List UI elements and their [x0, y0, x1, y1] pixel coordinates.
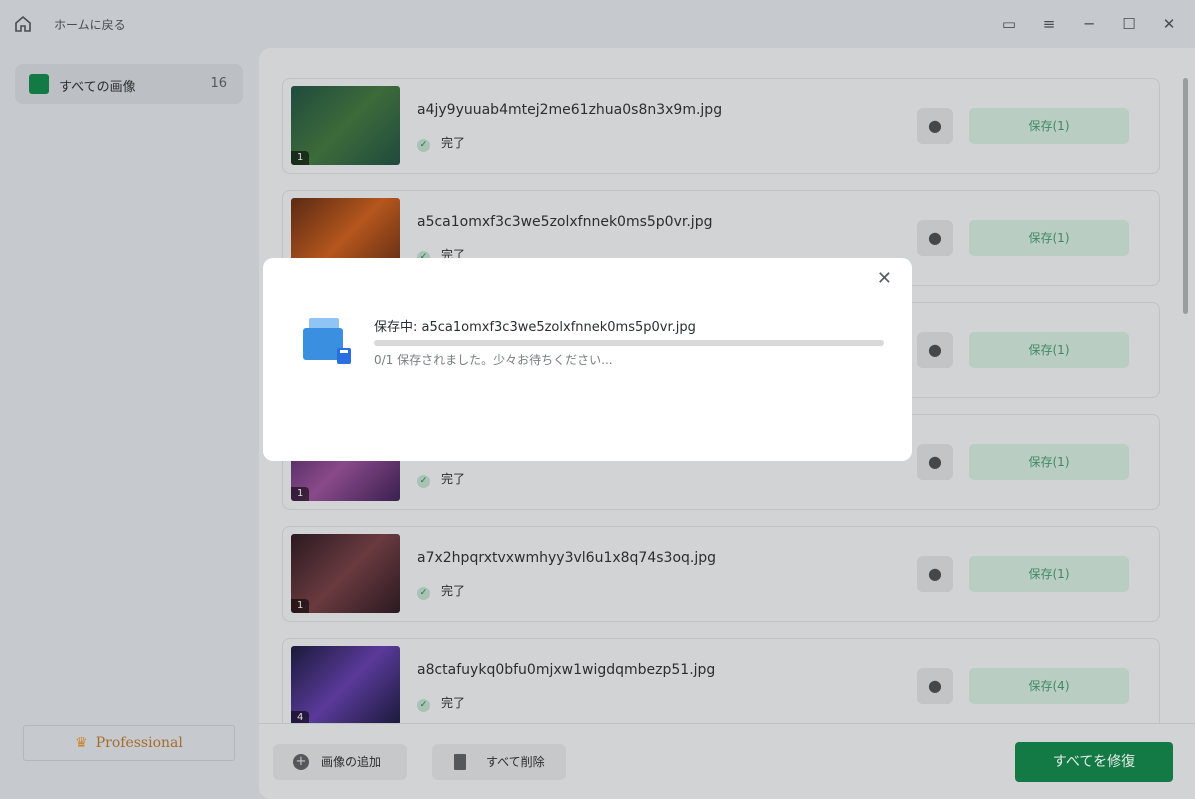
count-badge: 1	[291, 487, 310, 501]
delete-all-button[interactable]: すべて削除	[432, 744, 566, 780]
save-button[interactable]: 保存(1)	[969, 556, 1129, 592]
title-bar: ホームに戻る ▭ ≡ ─ ☐ ✕	[0, 0, 1195, 48]
save-button[interactable]: 保存(1)	[969, 444, 1129, 480]
thumbnail[interactable]: 4	[291, 646, 400, 725]
file-card: 1 a7x2hpqrxtvxwmhyy3vl6u1x8q74s3oq.jpg ✓…	[282, 526, 1160, 622]
crown-icon: ♛	[75, 735, 88, 751]
image-icon	[29, 74, 49, 94]
status: ✓ 完了	[417, 134, 465, 152]
close-icon[interactable]: ✕	[877, 268, 892, 289]
preview-eye-button[interactable]: ●	[917, 668, 953, 704]
scrollbar[interactable]	[1183, 78, 1188, 314]
status-label: 完了	[441, 696, 466, 710]
file-name: a7x2hpqrxtvxwmhyy3vl6u1x8q74s3oq.jpg	[417, 550, 717, 566]
status-label: 完了	[441, 584, 466, 598]
save-button[interactable]: 保存(1)	[969, 332, 1129, 368]
preview-eye-button[interactable]: ●	[917, 444, 953, 480]
dialog-title: 保存中: a5ca1omxf3c3we5zolxfnnek0ms5p0vr.jp…	[374, 320, 696, 335]
sidebar-item-all-images[interactable]: すべての画像 16	[15, 64, 243, 104]
pro-label: Professional	[95, 735, 183, 751]
file-name: a5ca1omxf3c3we5zolxfnnek0ms5p0vr.jpg	[417, 214, 713, 230]
preview-eye-button[interactable]: ●	[917, 220, 953, 256]
minimize-icon[interactable]: ─	[1079, 14, 1099, 34]
save-button[interactable]: 保存(1)	[969, 108, 1129, 144]
check-icon: ✓	[417, 587, 430, 600]
preview-eye-button[interactable]: ●	[917, 556, 953, 592]
status-label: 完了	[441, 472, 466, 486]
status-label: 完了	[441, 136, 466, 150]
home-icon[interactable]	[13, 14, 33, 34]
status: ✓ 完了	[417, 582, 465, 600]
preview-eye-button[interactable]: ●	[917, 108, 953, 144]
preview-eye-button[interactable]: ●	[917, 332, 953, 368]
count-badge: 1	[291, 151, 310, 165]
check-icon: ✓	[417, 475, 430, 488]
status: ✓ 完了	[417, 694, 465, 712]
close-window-icon[interactable]: ✕	[1159, 14, 1179, 34]
thumbnail[interactable]: 1	[291, 534, 400, 613]
professional-button[interactable]: ♛ Professional	[23, 725, 235, 761]
feedback-icon[interactable]: ▭	[999, 14, 1019, 34]
status: ✓ 完了	[417, 470, 465, 488]
trash-icon	[454, 754, 466, 770]
count-badge: 1	[291, 599, 310, 613]
folder-save-icon	[303, 318, 351, 364]
add-images-label: 画像の追加	[321, 755, 382, 769]
repair-all-button[interactable]: すべてを修復	[1015, 742, 1173, 782]
file-card: 1 a4jy9yuuab4mtej2me61zhua0s8n3x9m.jpg ✓…	[282, 78, 1160, 174]
file-name: a8ctafuykq0bfu0mjxw1wigdqmbezp51.jpg	[417, 662, 716, 678]
file-card: 4 a8ctafuykq0bfu0mjxw1wigdqmbezp51.jpg ✓…	[282, 638, 1160, 734]
sidebar-item-label: すべての画像	[59, 80, 136, 95]
bottom-bar: + 画像の追加 すべて削除 すべてを修復	[259, 723, 1195, 799]
save-button[interactable]: 保存(1)	[969, 220, 1129, 256]
file-name: a4jy9yuuab4mtej2me61zhua0s8n3x9m.jpg	[417, 102, 723, 118]
delete-all-label: すべて削除	[486, 755, 545, 769]
check-icon: ✓	[417, 139, 430, 152]
plus-icon: +	[293, 754, 309, 770]
save-button[interactable]: 保存(4)	[969, 668, 1129, 704]
home-link[interactable]: ホームに戻る	[54, 16, 126, 33]
thumbnail[interactable]: 1	[291, 86, 400, 165]
dialog-message: 0/1 保存されました。少々お待ちください...	[374, 353, 613, 367]
maximize-icon[interactable]: ☐	[1119, 14, 1139, 34]
add-images-button[interactable]: + 画像の追加	[273, 744, 407, 780]
check-icon: ✓	[417, 699, 430, 712]
sidebar-item-count: 16	[210, 76, 227, 91]
progress-bar	[374, 340, 884, 346]
menu-icon[interactable]: ≡	[1039, 14, 1059, 34]
saving-dialog: ✕ 保存中: a5ca1omxf3c3we5zolxfnnek0ms5p0vr.…	[263, 258, 912, 461]
